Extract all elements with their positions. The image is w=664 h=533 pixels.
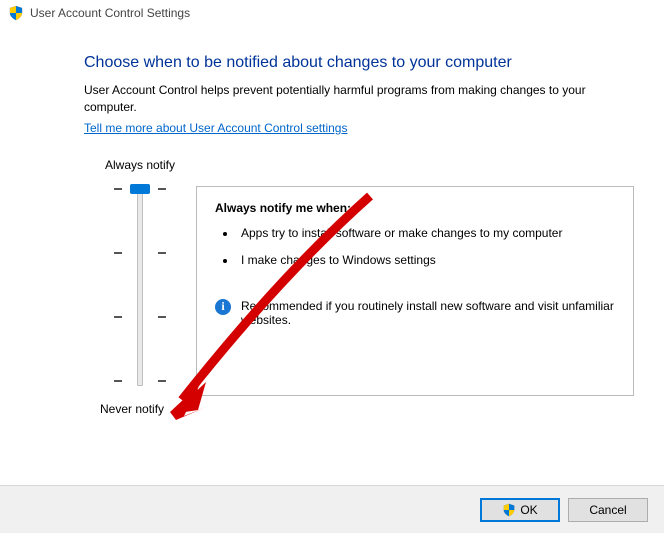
bullet-item: Apps try to install software or make cha… [237, 225, 615, 242]
page-description: User Account Control helps prevent poten… [0, 82, 664, 136]
slider-tick [158, 380, 166, 382]
info-icon: i [215, 299, 231, 315]
description-text: User Account Control helps prevent poten… [84, 83, 586, 114]
dialog-footer: OK Cancel [0, 485, 664, 533]
recommendation-row: i Recommended if you routinely install n… [215, 299, 615, 327]
learn-more-link[interactable]: Tell me more about User Account Control … [84, 120, 347, 137]
slider-tick [158, 316, 166, 318]
shield-icon [8, 5, 24, 21]
slider-tick [114, 252, 122, 254]
cancel-button-label: Cancel [589, 503, 626, 517]
page-heading: Choose when to be notified about changes… [0, 30, 664, 82]
slider-top-label: Always notify [100, 158, 180, 172]
window-title: User Account Control Settings [30, 6, 190, 20]
panel-heading: Always notify me when: [215, 201, 615, 215]
cancel-button[interactable]: Cancel [568, 498, 648, 522]
ok-button[interactable]: OK [480, 498, 560, 522]
slider-bottom-label: Never notify [100, 402, 164, 416]
bullet-item: I make changes to Windows settings [237, 252, 615, 269]
recommendation-text: Recommended if you routinely install new… [241, 299, 615, 327]
slider-tick [114, 188, 122, 190]
panel-bullets: Apps try to install software or make cha… [215, 225, 615, 269]
slider-tick [158, 252, 166, 254]
notification-slider[interactable] [100, 182, 180, 392]
shield-icon [502, 503, 516, 517]
title-bar: User Account Control Settings [0, 0, 664, 30]
ok-button-label: OK [520, 503, 537, 517]
slider-column: Always notify [100, 158, 180, 396]
main-content: Always notify Always notify me when: App… [0, 158, 664, 396]
slider-track [137, 188, 143, 386]
slider-tick [158, 188, 166, 190]
slider-tick [114, 316, 122, 318]
slider-tick [114, 380, 122, 382]
notification-description-box: Always notify me when: Apps try to insta… [196, 186, 634, 396]
slider-thumb[interactable] [130, 184, 150, 194]
